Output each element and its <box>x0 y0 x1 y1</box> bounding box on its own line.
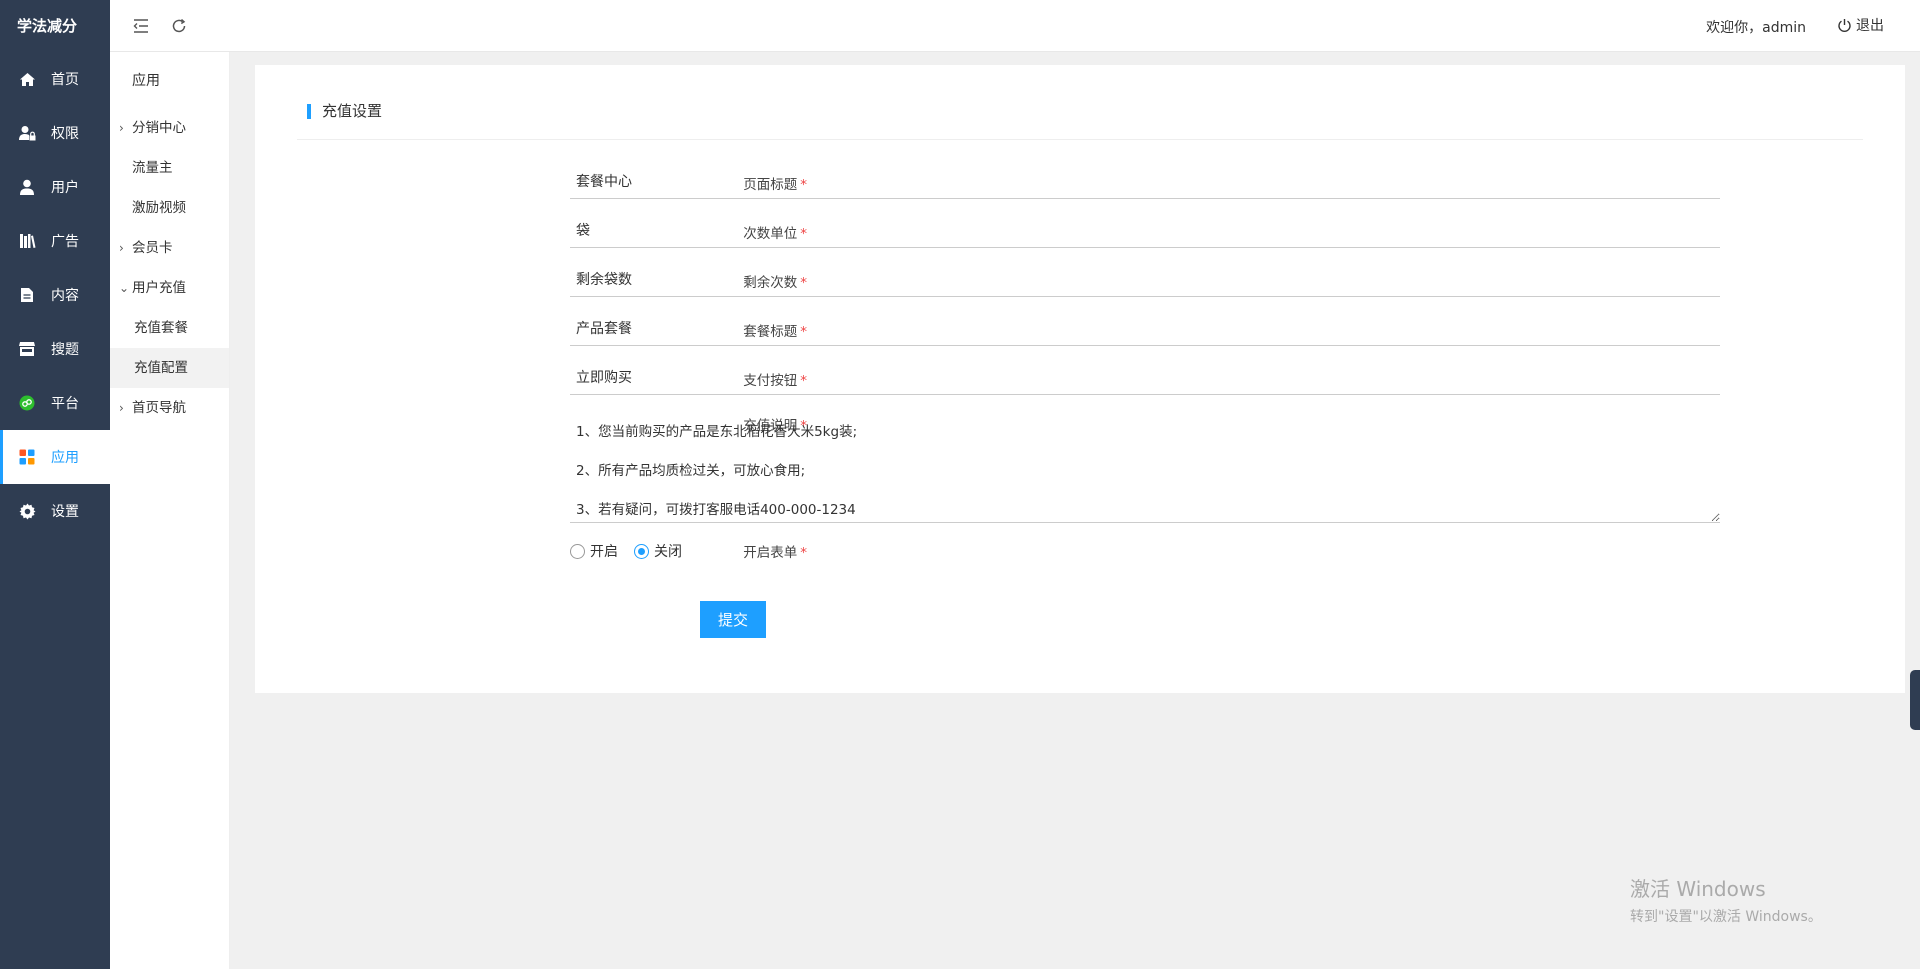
subnav-item-home-nav[interactable]: › 首页导航 <box>110 388 229 428</box>
windows-activation-watermark: 激活 Windows 转到"设置"以激活 Windows。 <box>1630 873 1822 926</box>
remaining-input[interactable] <box>570 261 1720 297</box>
radio-disable-label: 关闭 <box>654 544 682 560</box>
subnav-title: 应用 <box>132 73 160 89</box>
sidebar-item-permissions[interactable]: 权限 <box>0 106 110 160</box>
document-icon <box>17 285 37 305</box>
radio-enable-label: 开启 <box>590 544 618 560</box>
sidebar-item-settings[interactable]: 设置 <box>0 484 110 538</box>
sidebar-item-label: 搜题 <box>51 342 79 358</box>
page-title-input[interactable] <box>570 163 1720 199</box>
enable-form-radio-group: 开启 关闭 <box>570 541 698 561</box>
settings-card: 充值设置 页面标题* 次数单位* 剩余次数* 套餐标题* 支付按钮* 充值说明*… <box>255 65 1905 693</box>
refresh-icon[interactable] <box>168 15 190 37</box>
sidebar-item-ads[interactable]: 广告 <box>0 214 110 268</box>
floating-edge-widget[interactable] <box>1910 670 1920 730</box>
sidebar-item-label: 权限 <box>51 126 79 142</box>
platform-icon <box>17 393 37 413</box>
sidebar-item-users[interactable]: 用户 <box>0 160 110 214</box>
submit-button[interactable]: 提交 <box>700 601 766 638</box>
package-title-input[interactable] <box>570 310 1720 346</box>
sidebar-item-label: 设置 <box>51 504 79 520</box>
subnav-item-label: 用户充值 <box>132 280 186 296</box>
sidebar-item-apps[interactable]: 应用 <box>0 430 110 484</box>
books-icon <box>17 231 37 251</box>
subnav-item-recharge-packages[interactable]: 充值套餐 <box>110 308 229 348</box>
sidebar-item-label: 应用 <box>51 450 79 466</box>
subnav-item-label: 首页导航 <box>132 400 186 416</box>
chevron-right-icon: › <box>119 401 124 415</box>
watermark-subtitle: 转到"设置"以激活 Windows。 <box>1630 909 1822 925</box>
watermark-title: 激活 Windows <box>1630 877 1766 901</box>
app-logo: 学法减分 <box>17 17 78 35</box>
radio-circle <box>570 543 585 559</box>
apps-icon <box>17 447 37 467</box>
description-textarea[interactable]: 1、您当前购买的产品是东北稻花香大米5kg装; 2、所有产品均质检过关，可放心食… <box>570 407 1720 523</box>
store-icon <box>17 339 37 359</box>
sidebar-item-label: 内容 <box>51 288 79 304</box>
main-sidebar: 学法减分 首页 权限 用户 广告 内容 搜题 平台 应用 设置 <box>0 0 110 969</box>
sidebar-item-content[interactable]: 内容 <box>0 268 110 322</box>
chevron-right-icon: › <box>119 121 124 135</box>
subnav-item-member-card[interactable]: › 会员卡 <box>110 228 229 268</box>
pay-button-input[interactable] <box>570 359 1720 395</box>
subnav-item-label: 流量主 <box>132 160 173 176</box>
sidebar-item-home[interactable]: 首页 <box>0 52 110 106</box>
subnav-item-user-recharge[interactable]: ⌄ 用户充值 <box>110 268 229 308</box>
sidebar-item-label: 首页 <box>51 72 79 88</box>
subnav-item-distribution[interactable]: › 分销中心 <box>110 108 229 148</box>
subnav-item-reward-video[interactable]: 激励视频 <box>110 188 229 228</box>
sidebar-item-label: 平台 <box>51 396 79 412</box>
subnav-item-label: 激励视频 <box>132 200 186 216</box>
subnav-item-label: 充值配置 <box>134 360 188 376</box>
subnav-item-label: 分销中心 <box>132 120 186 136</box>
radio-circle <box>634 543 649 559</box>
user-icon <box>17 177 37 197</box>
home-icon <box>17 69 37 89</box>
user-lock-icon <box>17 123 37 143</box>
chevron-right-icon: › <box>119 241 124 255</box>
power-icon <box>1838 18 1851 32</box>
sidebar-item-label: 用户 <box>51 180 79 196</box>
sidebar-item-platform[interactable]: 平台 <box>0 376 110 430</box>
subnav-item-label: 充值套餐 <box>134 320 188 336</box>
welcome-text: 欢迎你，admin <box>1706 20 1806 36</box>
sidebar-item-search[interactable]: 搜题 <box>0 322 110 376</box>
subnav-item-traffic[interactable]: 流量主 <box>110 148 229 188</box>
logout-label: 退出 <box>1856 18 1884 34</box>
chevron-down-icon: ⌄ <box>119 281 130 295</box>
top-bar: 欢迎你，admin 退出 <box>110 0 1920 52</box>
radio-enable[interactable]: 开启 <box>570 541 618 561</box>
gear-icon <box>17 501 37 521</box>
subnav-item-label: 会员卡 <box>132 240 173 256</box>
logout-button[interactable]: 退出 <box>1837 15 1884 35</box>
count-unit-input[interactable] <box>570 212 1720 248</box>
section-divider <box>297 139 1863 140</box>
collapse-menu-icon[interactable] <box>130 15 152 37</box>
section-title: 充值设置 <box>307 104 382 119</box>
subnav-item-recharge-config[interactable]: 充值配置 <box>110 348 229 388</box>
sidebar-item-label: 广告 <box>51 234 79 250</box>
radio-disable[interactable]: 关闭 <box>634 541 682 561</box>
secondary-sidebar: 应用 › 分销中心 流量主 激励视频 › 会员卡 ⌄ 用户充值 充值套餐 充值配… <box>110 52 230 969</box>
